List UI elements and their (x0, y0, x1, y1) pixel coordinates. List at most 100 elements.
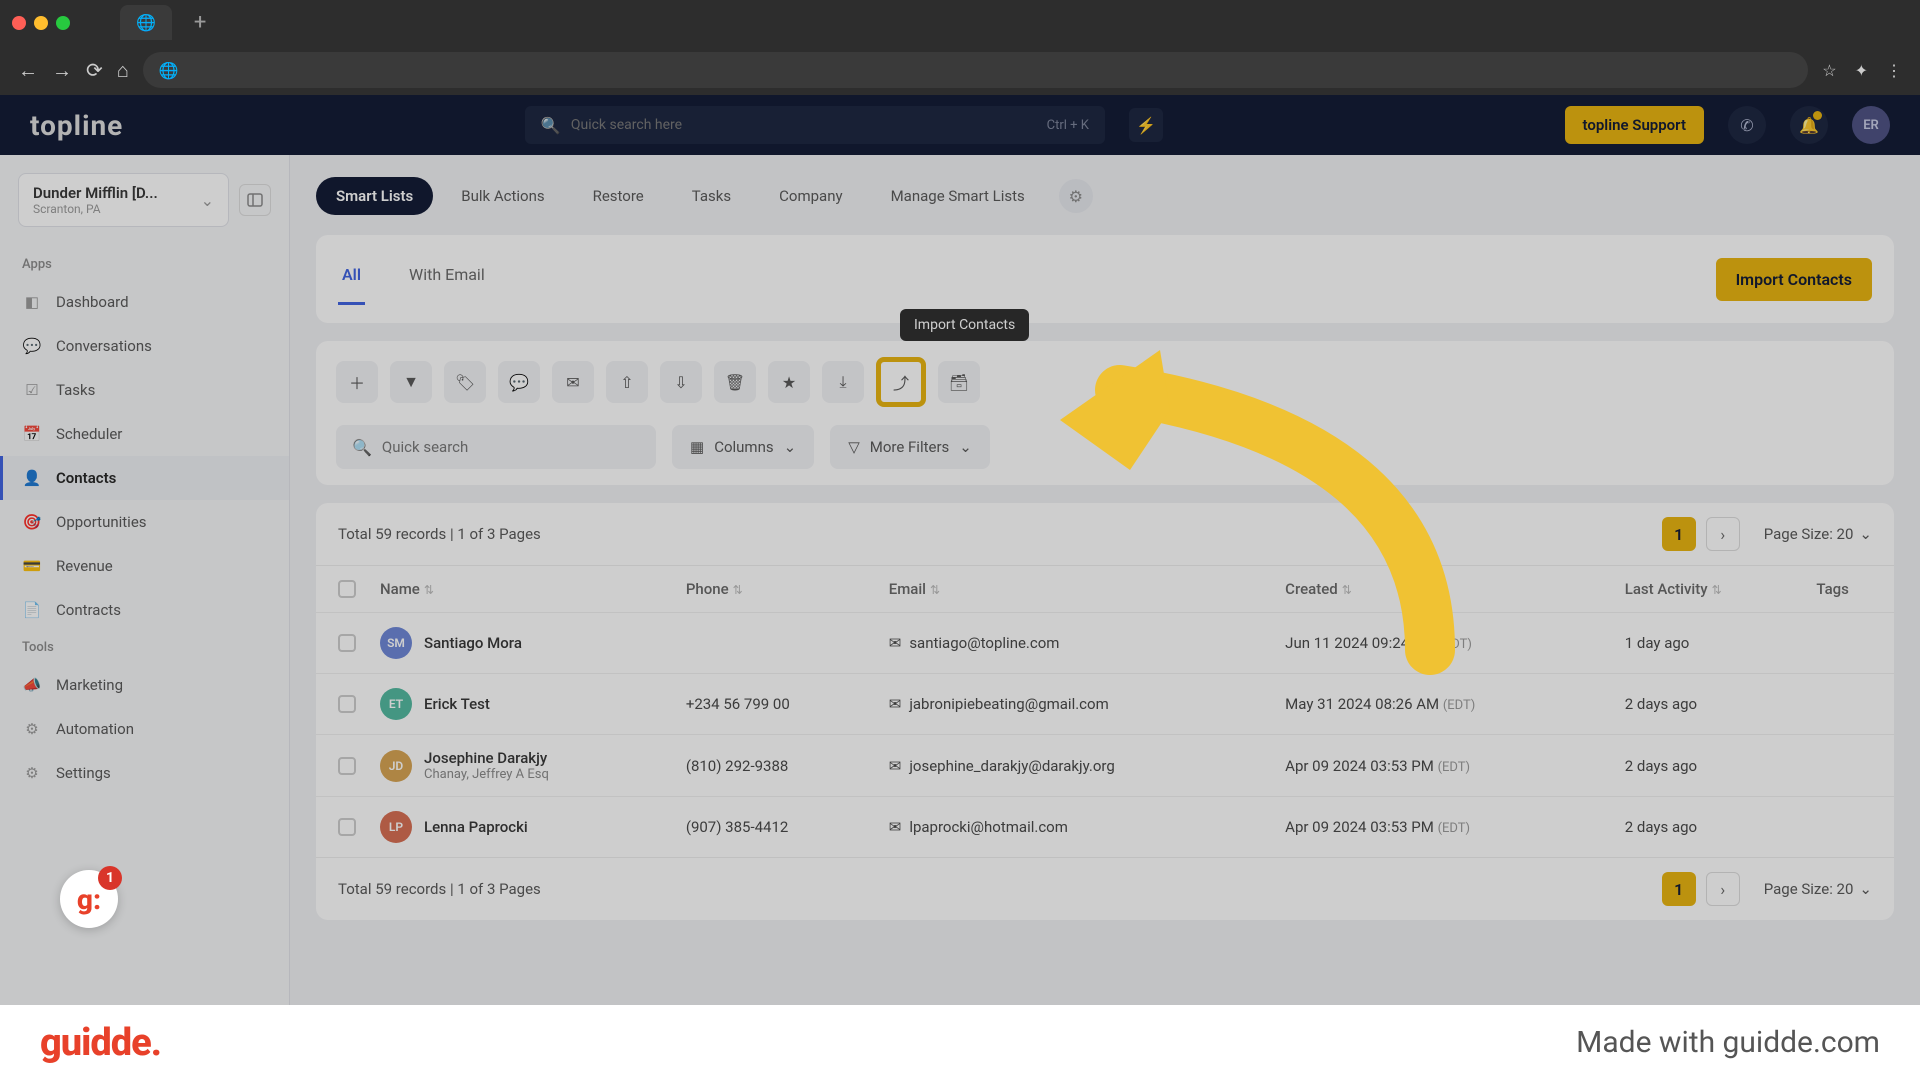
bolt-icon[interactable]: ⚡ (1129, 108, 1163, 142)
minimize-window-icon[interactable] (34, 16, 48, 30)
extensions-icon[interactable]: ✦ (1855, 61, 1868, 80)
page-size-select[interactable]: Page Size: 20⌄ (1764, 880, 1872, 898)
browser-tab[interactable]: 🌐 (120, 5, 172, 40)
export-home-button[interactable]: ⇩ (660, 361, 702, 403)
forward-icon[interactable]: → (52, 58, 72, 83)
user-avatar[interactable]: ER (1852, 106, 1890, 144)
envelope-icon: ✉ (889, 695, 902, 713)
app-logo: topline (30, 109, 123, 142)
main-content: Smart Lists Bulk Actions Restore Tasks C… (290, 155, 1920, 1080)
sort-icon: ⇅ (1342, 583, 1352, 597)
global-search[interactable]: 🔍 Ctrl + K (525, 106, 1105, 144)
table-row[interactable]: SMSantiago Mora ✉santiago@topline.com Ju… (316, 613, 1894, 674)
sidebar-item-revenue[interactable]: 💳Revenue (0, 544, 289, 588)
more-filters-dropdown[interactable]: ▽ More Filters ⌄ (830, 425, 990, 469)
tab-smartlists[interactable]: Smart Lists (316, 177, 433, 215)
close-window-icon[interactable] (12, 16, 26, 30)
tab-restore[interactable]: Restore (573, 177, 664, 215)
tab-settings-icon[interactable]: ⚙ (1059, 179, 1093, 213)
sidebar-item-label: Settings (56, 764, 111, 782)
maximize-window-icon[interactable] (56, 16, 70, 30)
global-search-input[interactable] (571, 117, 1037, 133)
bell-icon[interactable]: 🔔 (1790, 106, 1828, 144)
sidebar-item-settings[interactable]: ⚙Settings (0, 751, 289, 795)
tab-bulk-actions[interactable]: Bulk Actions (441, 177, 564, 215)
row-checkbox[interactable] (338, 818, 356, 836)
tab-company[interactable]: Company (759, 177, 862, 215)
address-bar[interactable]: 🌐 (143, 52, 1808, 88)
row-checkbox[interactable] (338, 634, 356, 652)
home-action-button[interactable]: ⇧ (606, 361, 648, 403)
home-up-icon: ⇧ (620, 373, 633, 392)
page-current[interactable]: 1 (1662, 872, 1696, 906)
page-size-select[interactable]: Page Size: 20⌄ (1764, 525, 1872, 543)
sidebar-item-scheduler[interactable]: 📅Scheduler (0, 412, 289, 456)
panel-icon (247, 192, 263, 208)
new-tab-button[interactable]: + (194, 10, 206, 35)
message-icon: 💬 (509, 373, 529, 392)
sidebar-item-tasks[interactable]: ☑Tasks (0, 368, 289, 412)
page-next-button[interactable]: › (1706, 517, 1740, 551)
reload-icon[interactable]: ⟳ (86, 58, 103, 82)
delete-button[interactable]: 🗑 (714, 361, 756, 403)
sidebar-item-contacts[interactable]: 👤Contacts (0, 456, 289, 500)
select-all-checkbox[interactable] (338, 580, 356, 598)
table-row[interactable]: LPLenna Paprocki (907) 385-4412 ✉lpaproc… (316, 797, 1894, 858)
records-summary: Total 59 records | 1 of 3 Pages (338, 880, 541, 898)
table-row[interactable]: JDJosephine DarakjyChanay, Jeffrey A Esq… (316, 735, 1894, 797)
message-button[interactable]: 💬 (498, 361, 540, 403)
more-filters-label: More Filters (870, 438, 950, 456)
col-created[interactable]: Created⇅ (1273, 566, 1613, 613)
quick-search-input[interactable] (382, 438, 640, 456)
sidebar-item-opportunities[interactable]: 🎯Opportunities (0, 500, 289, 544)
collapse-sidebar-button[interactable] (239, 184, 271, 216)
tooltip: Import Contacts (900, 309, 1029, 341)
menu-icon[interactable]: ⋮ (1886, 61, 1902, 80)
row-checkbox[interactable] (338, 757, 356, 775)
page-next-button[interactable]: › (1706, 872, 1740, 906)
contact-phone: +234 56 799 00 (674, 674, 877, 735)
add-button[interactable]: ＋ (336, 361, 378, 403)
archive-button[interactable]: 🗃 (938, 361, 980, 403)
col-last-activity[interactable]: Last Activity⇅ (1613, 566, 1805, 613)
back-icon[interactable]: ← (18, 58, 38, 83)
workspace-selector[interactable]: Dunder Mifflin [D... Scranton, PA ⌄ (18, 173, 229, 227)
tag-button[interactable]: 🏷 (444, 361, 486, 403)
sidebar-item-contracts[interactable]: 📄Contracts (0, 588, 289, 632)
columns-dropdown[interactable]: ▦ Columns ⌄ (672, 425, 814, 469)
contact-email: santiago@topline.com (909, 634, 1059, 652)
table-row[interactable]: ETErick Test +234 56 799 00 ✉jabronipieb… (316, 674, 1894, 735)
quick-search[interactable]: 🔍 (336, 425, 656, 469)
contacts-icon: 👤 (22, 469, 42, 487)
col-email[interactable]: Email⇅ (877, 566, 1273, 613)
sidebar-item-marketing[interactable]: 📣Marketing (0, 663, 289, 707)
page-current[interactable]: 1 (1662, 517, 1696, 551)
sidebar-item-dashboard[interactable]: ◧Dashboard (0, 280, 289, 324)
contact-phone (674, 613, 877, 674)
contact-avatar: ET (380, 688, 412, 720)
contact-last-activity: 1 day ago (1613, 613, 1805, 674)
download-button[interactable]: ⤓ (822, 361, 864, 403)
subtab-all[interactable]: All (338, 253, 365, 305)
sidebar-item-label: Tasks (56, 381, 95, 399)
col-name[interactable]: Name⇅ (368, 566, 674, 613)
sort-icon: ⇅ (424, 583, 434, 597)
row-checkbox[interactable] (338, 695, 356, 713)
star-button[interactable]: ★ (768, 361, 810, 403)
col-phone[interactable]: Phone⇅ (674, 566, 877, 613)
sidebar-item-conversations[interactable]: 💬Conversations (0, 324, 289, 368)
filter-button[interactable]: ▼ (390, 361, 432, 403)
tab-tasks[interactable]: Tasks (672, 177, 751, 215)
import-contacts-button[interactable]: Import Contacts (1716, 258, 1872, 301)
support-button[interactable]: topline Support (1565, 106, 1704, 144)
records-bar-bottom: Total 59 records | 1 of 3 Pages 1 › Page… (316, 857, 1894, 920)
guidde-badge[interactable]: g: 1 (60, 870, 118, 928)
sidebar-item-automation[interactable]: ⚙Automation (0, 707, 289, 751)
bookmark-icon[interactable]: ☆ (1822, 61, 1836, 80)
phone-icon[interactable]: ✆ (1728, 106, 1766, 144)
home-icon[interactable]: ⌂ (117, 58, 129, 83)
subtab-with-email[interactable]: With Email (405, 253, 489, 305)
tab-manage-smartlists[interactable]: Manage Smart Lists (871, 177, 1045, 215)
import-contacts-icon-button[interactable]: ⤴ (876, 357, 926, 407)
email-button[interactable]: ✉ (552, 361, 594, 403)
